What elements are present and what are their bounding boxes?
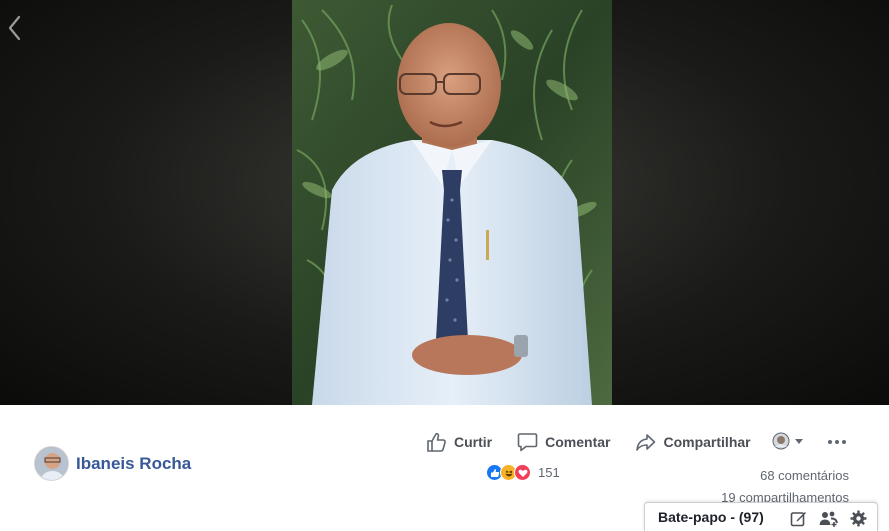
comment-button[interactable]: Comentar — [517, 432, 610, 452]
chat-tab[interactable]: Bate-papo - (97) — [644, 502, 878, 531]
add-group-icon[interactable] — [819, 510, 838, 527]
more-dots-icon[interactable] — [826, 433, 848, 456]
video-player[interactable] — [292, 0, 612, 405]
caret-down-icon — [795, 439, 803, 444]
share-label: Compartilhar — [663, 434, 751, 450]
video-frame — [292, 0, 612, 405]
post-actions: Curtir Comentar Compartilhar — [426, 430, 751, 454]
comment-label: Comentar — [545, 434, 611, 450]
photo-viewer — [0, 0, 889, 405]
like-button[interactable]: Curtir — [426, 432, 492, 452]
speech-bubble-icon — [517, 433, 538, 452]
author-name[interactable]: Ibaneis Rocha — [76, 454, 191, 474]
reactions-summary: 151 — [486, 464, 560, 481]
globe-icon — [772, 432, 790, 450]
gear-icon[interactable] — [850, 510, 867, 527]
post-author: Ibaneis Rocha — [34, 446, 191, 481]
chevron-left-icon[interactable] — [6, 14, 24, 42]
like-label: Curtir — [454, 434, 493, 450]
reaction-count[interactable]: 151 — [538, 465, 560, 480]
reaction-icons[interactable] — [486, 464, 531, 481]
compose-icon[interactable] — [790, 510, 807, 527]
avatar[interactable] — [34, 446, 69, 481]
comments-count[interactable]: 68 comentários — [721, 465, 849, 487]
thumbs-up-icon — [427, 432, 446, 452]
audience-selector[interactable] — [772, 432, 805, 450]
love-reaction-icon — [514, 464, 531, 481]
share-button[interactable]: Compartilhar — [635, 432, 751, 452]
share-arrow-icon — [636, 434, 656, 451]
chat-tab-icons — [778, 510, 867, 527]
chat-label[interactable]: Bate-papo - (97) — [658, 509, 764, 525]
